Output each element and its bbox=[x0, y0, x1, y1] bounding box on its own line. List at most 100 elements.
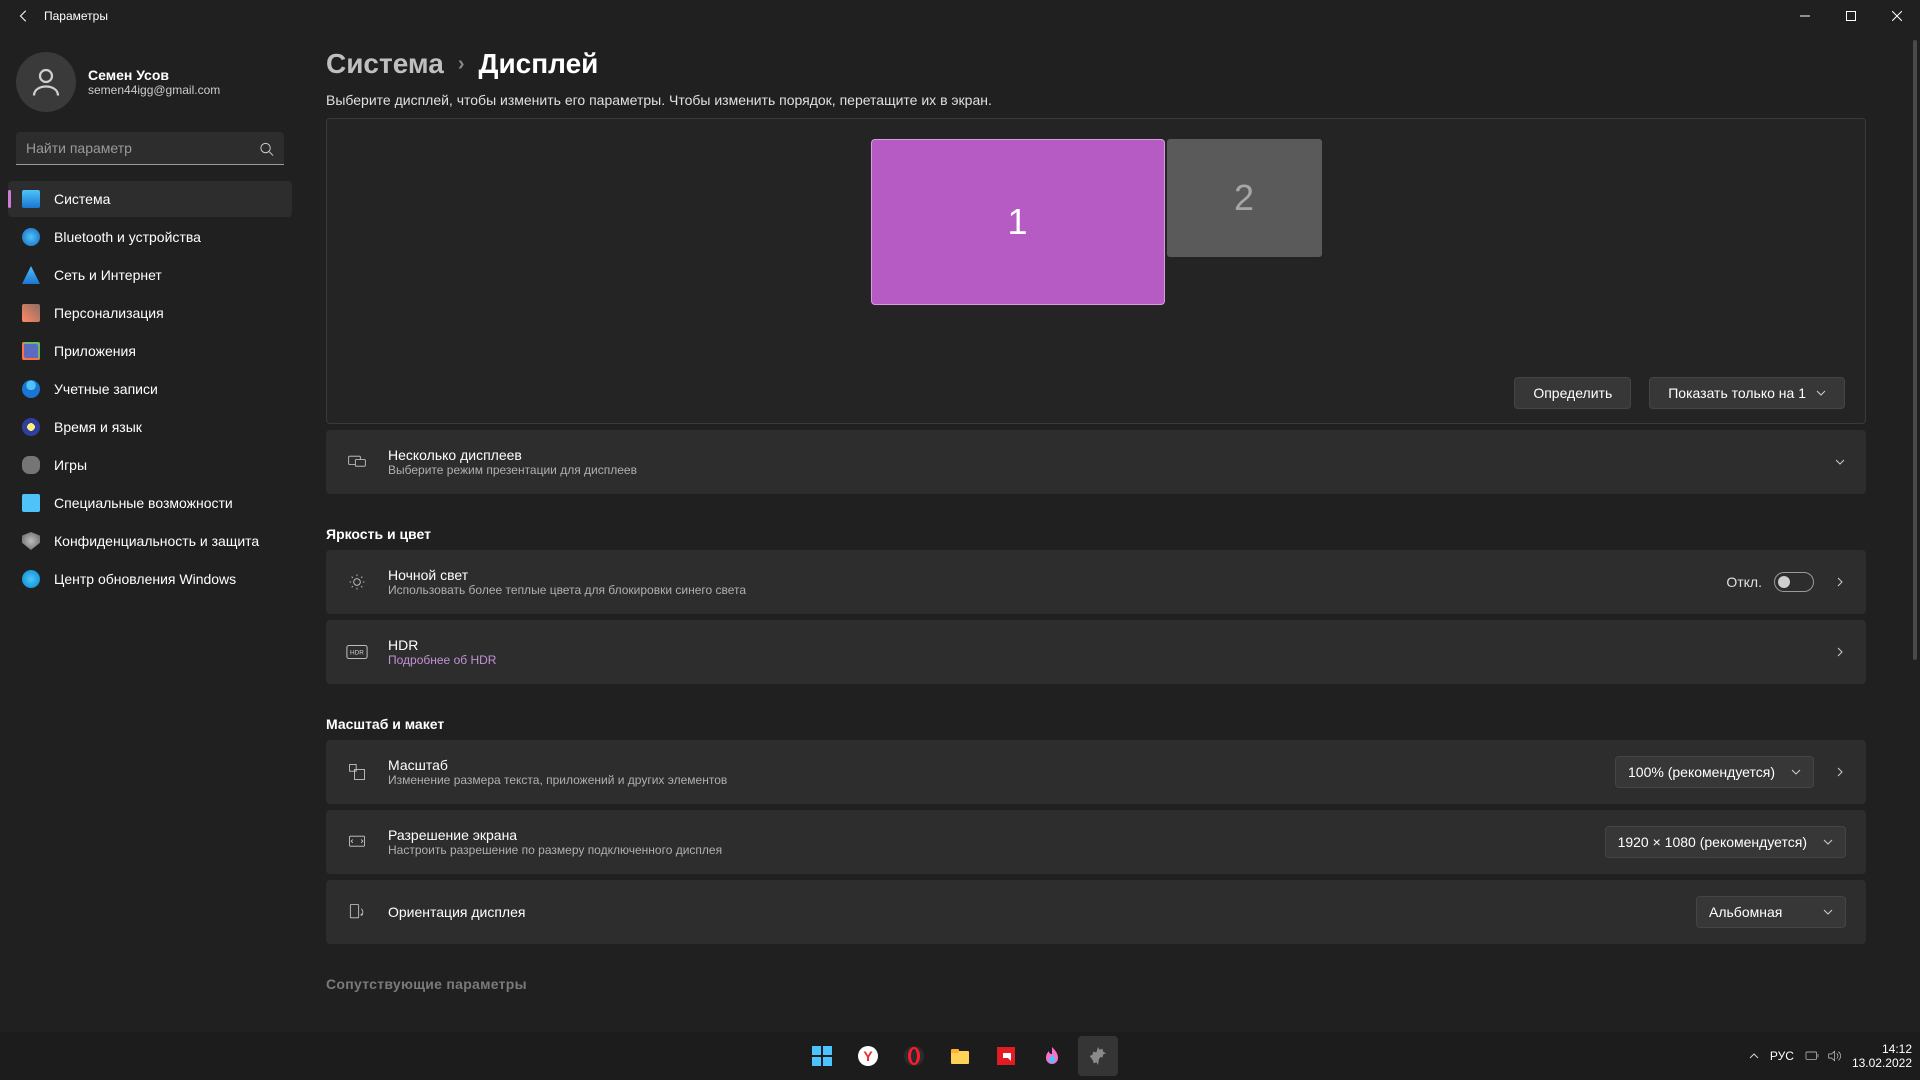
taskbar-app-flame[interactable] bbox=[1032, 1036, 1072, 1076]
row-title: Масштаб bbox=[388, 757, 1595, 773]
nav-item-3[interactable]: Персонализация bbox=[8, 295, 292, 331]
tray-quick-settings[interactable] bbox=[1804, 1048, 1842, 1064]
hdr-link[interactable]: Подробнее об HDR bbox=[388, 653, 1814, 667]
display-2[interactable]: 2 bbox=[1167, 139, 1322, 257]
nav-label: Конфиденциальность и защита bbox=[54, 533, 259, 549]
taskbar-opera[interactable] bbox=[894, 1036, 934, 1076]
night-light-icon bbox=[346, 571, 368, 593]
resolution-icon bbox=[346, 831, 368, 853]
chevron-down-icon bbox=[1823, 837, 1833, 847]
ic-time-icon bbox=[22, 418, 40, 436]
row-subtitle: Изменение размера текста, приложений и д… bbox=[388, 773, 1595, 787]
profile[interactable]: Семен Усов semen44igg@gmail.com bbox=[8, 40, 292, 132]
orientation-value: Альбомная bbox=[1709, 904, 1782, 920]
nav-item-0[interactable]: Система bbox=[8, 181, 292, 217]
minimize-button[interactable] bbox=[1782, 0, 1828, 32]
nav-label: Bluetooth и устройства bbox=[54, 229, 201, 245]
nav-label: Время и язык bbox=[54, 419, 142, 435]
row-title: Разрешение экрана bbox=[388, 827, 1585, 843]
nav-item-2[interactable]: Сеть и Интернет bbox=[8, 257, 292, 293]
breadcrumb-root[interactable]: Система bbox=[326, 48, 444, 80]
nav-label: Сеть и Интернет bbox=[54, 267, 162, 283]
night-light-toggle[interactable] bbox=[1774, 572, 1814, 592]
scrollbar[interactable] bbox=[1913, 40, 1917, 1020]
ic-system-icon bbox=[22, 190, 40, 208]
system-tray: РУС 14:12 13.02.2022 bbox=[1748, 1042, 1912, 1071]
nav-item-7[interactable]: Игры bbox=[8, 447, 292, 483]
ic-acct-icon bbox=[22, 380, 40, 398]
multiple-displays-icon bbox=[346, 451, 368, 473]
maximize-button[interactable] bbox=[1828, 0, 1874, 32]
search-icon bbox=[259, 141, 274, 156]
orientation-icon bbox=[346, 901, 368, 923]
ic-bt-icon bbox=[22, 228, 40, 246]
taskbar-amd[interactable] bbox=[986, 1036, 1026, 1076]
display-1[interactable]: 1 bbox=[871, 139, 1165, 305]
row-resolution[interactable]: Разрешение экрана Настроить разрешение п… bbox=[326, 810, 1866, 874]
tray-time: 14:12 bbox=[1852, 1042, 1912, 1056]
nav-item-6[interactable]: Время и язык bbox=[8, 409, 292, 445]
ic-access-icon bbox=[22, 494, 40, 512]
nav-item-1[interactable]: Bluetooth и устройства bbox=[8, 219, 292, 255]
window-title: Параметры bbox=[44, 9, 108, 23]
tray-clock[interactable]: 14:12 13.02.2022 bbox=[1852, 1042, 1912, 1071]
row-hdr[interactable]: HDR HDR Подробнее об HDR bbox=[326, 620, 1866, 684]
row-orientation[interactable]: Ориентация дисплея Альбомная bbox=[326, 880, 1866, 944]
nav-label: Специальные возможности bbox=[54, 495, 233, 511]
window-controls bbox=[1782, 0, 1920, 32]
back-button[interactable] bbox=[8, 0, 40, 32]
scale-dropdown[interactable]: 100% (рекомендуется) bbox=[1615, 756, 1814, 788]
ic-net-icon bbox=[22, 266, 40, 284]
orientation-dropdown[interactable]: Альбомная bbox=[1696, 896, 1846, 928]
display-mode-dropdown[interactable]: Показать только на 1 bbox=[1649, 377, 1845, 409]
tray-date: 13.02.2022 bbox=[1852, 1056, 1912, 1070]
row-multiple-displays[interactable]: Несколько дисплеев Выберите режим презен… bbox=[326, 430, 1866, 494]
taskbar-yandex[interactable]: Y bbox=[848, 1036, 888, 1076]
search-input[interactable] bbox=[16, 132, 284, 165]
row-title: Несколько дисплеев bbox=[388, 447, 1814, 463]
tray-overflow[interactable] bbox=[1748, 1050, 1760, 1062]
nav-label: Приложения bbox=[54, 343, 136, 359]
close-button[interactable] bbox=[1874, 0, 1920, 32]
nav-item-8[interactable]: Специальные возможности bbox=[8, 485, 292, 521]
scale-icon bbox=[346, 761, 368, 783]
toggle-state: Откл. bbox=[1726, 574, 1762, 590]
row-title: HDR bbox=[388, 637, 1814, 653]
section-scale: Масштаб и макет bbox=[326, 716, 1866, 732]
profile-email: semen44igg@gmail.com bbox=[88, 83, 220, 97]
nav-item-4[interactable]: Приложения bbox=[8, 333, 292, 369]
resolution-value: 1920 × 1080 (рекомендуется) bbox=[1618, 834, 1807, 850]
resolution-dropdown[interactable]: 1920 × 1080 (рекомендуется) bbox=[1605, 826, 1846, 858]
page-subtitle: Выберите дисплей, чтобы изменить его пар… bbox=[326, 92, 1866, 108]
ic-pers-icon bbox=[22, 304, 40, 322]
avatar bbox=[16, 52, 76, 112]
hdr-icon: HDR bbox=[346, 641, 368, 663]
nav-label: Учетные записи bbox=[54, 381, 158, 397]
nav-item-9[interactable]: Конфиденциальность и защита bbox=[8, 523, 292, 559]
start-button[interactable] bbox=[802, 1036, 842, 1076]
content: Система › Дисплей Выберите дисплей, чтоб… bbox=[326, 48, 1866, 1020]
chevron-down-icon bbox=[1834, 456, 1846, 468]
display-arrangement: 1 2 Определить Показать только на 1 bbox=[326, 118, 1866, 424]
section-brightness: Яркость и цвет bbox=[326, 526, 1866, 542]
chevron-down-icon bbox=[1823, 907, 1833, 917]
nav-item-5[interactable]: Учетные записи bbox=[8, 371, 292, 407]
breadcrumb: Система › Дисплей bbox=[326, 48, 1866, 80]
identify-button[interactable]: Определить bbox=[1514, 377, 1631, 409]
row-title: Ориентация дисплея bbox=[388, 904, 1676, 920]
sidebar: Семен Усов semen44igg@gmail.com Система B… bbox=[0, 40, 300, 597]
nav-label: Система bbox=[54, 191, 110, 207]
taskbar-settings[interactable] bbox=[1078, 1036, 1118, 1076]
profile-name: Семен Усов bbox=[88, 67, 220, 83]
row-night-light[interactable]: Ночной свет Использовать более теплые цв… bbox=[326, 550, 1866, 614]
row-subtitle: Использовать более теплые цвета для блок… bbox=[388, 583, 1706, 597]
taskbar-explorer[interactable] bbox=[940, 1036, 980, 1076]
nav-label: Центр обновления Windows bbox=[54, 571, 236, 587]
row-title: Ночной свет bbox=[388, 567, 1706, 583]
row-scale[interactable]: Масштаб Изменение размера текста, прилож… bbox=[326, 740, 1866, 804]
search-wrap bbox=[16, 132, 284, 165]
tray-language[interactable]: РУС bbox=[1770, 1049, 1794, 1063]
scale-value: 100% (рекомендуется) bbox=[1628, 764, 1775, 780]
svg-text:HDR: HDR bbox=[350, 650, 364, 657]
nav-item-10[interactable]: Центр обновления Windows bbox=[8, 561, 292, 597]
